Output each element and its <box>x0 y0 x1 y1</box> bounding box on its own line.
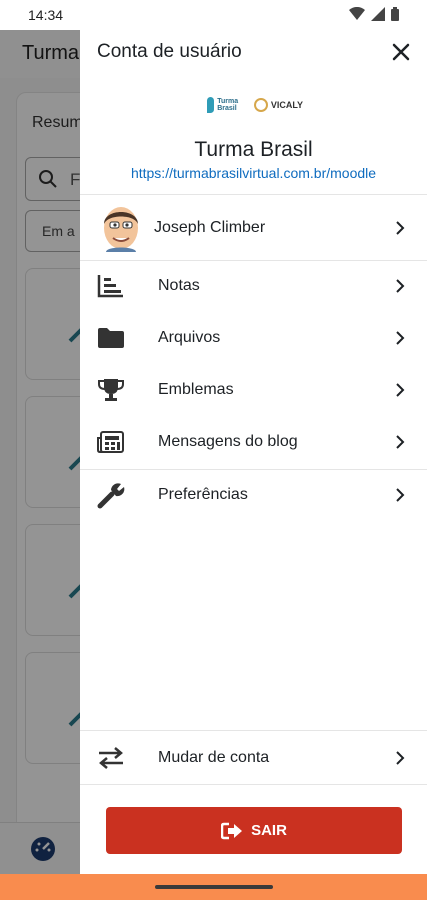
chevron-right-icon <box>393 485 407 505</box>
user-profile-row[interactable]: Joseph Climber <box>80 200 427 256</box>
logout-button[interactable]: SAIR <box>106 807 402 854</box>
swap-icon <box>96 743 126 773</box>
blog-icon <box>96 427 126 457</box>
status-time: 14:34 <box>28 7 64 23</box>
wifi-icon <box>349 7 365 20</box>
divider <box>80 730 427 731</box>
turma-brasil-logo: Turma Brasil <box>207 97 248 113</box>
chevron-right-icon <box>393 328 407 348</box>
logout-label: SAIR <box>251 822 287 839</box>
chevron-right-icon <box>393 218 407 238</box>
user-name: Joseph Climber <box>154 219 266 236</box>
battery-icon <box>391 7 399 21</box>
menu-item-mensagens-do-blog[interactable]: Mensagens do blog <box>80 416 427 468</box>
chevron-right-icon <box>393 380 407 400</box>
wrench-icon <box>96 480 126 510</box>
seal-icon <box>253 98 268 112</box>
vicaly-logo: VICALY <box>253 98 303 112</box>
menu-item-preferencias[interactable]: Preferências <box>80 469 427 521</box>
status-bar: 14:34 <box>0 0 427 30</box>
leaf-icon <box>207 97 215 113</box>
logo-text-1: Turma Brasil <box>217 98 239 112</box>
navigation-bar <box>0 874 427 900</box>
chevron-right-icon <box>393 432 407 452</box>
menu-item-label: Mensagens do blog <box>158 433 298 450</box>
site-info: Turma Brasil VICALY Turma Brasil https:/… <box>80 88 427 194</box>
switch-account-row[interactable]: Mudar de conta <box>80 732 427 784</box>
menu-item-label: Arquivos <box>158 329 221 346</box>
divider <box>80 194 427 195</box>
close-icon <box>392 43 410 61</box>
menu-item-arquivos[interactable]: Arquivos <box>80 312 427 364</box>
trophy-icon <box>96 375 126 405</box>
menu-item-label: Emblemas <box>158 381 234 398</box>
close-button[interactable] <box>387 38 415 66</box>
home-gesture-handle[interactable] <box>155 885 273 889</box>
folder-icon <box>96 323 126 353</box>
account-drawer: Conta de usuário Turma Brasil VICALY Tur… <box>80 30 427 874</box>
divider <box>80 784 427 785</box>
menu-item-label: Preferências <box>158 486 248 503</box>
menu-item-notas[interactable]: Notas <box>80 260 427 312</box>
site-logo: Turma Brasil VICALY <box>207 94 303 116</box>
logo-text-2: VICALY <box>270 100 303 110</box>
signal-icon <box>371 7 385 21</box>
site-url-link[interactable]: https://turmabrasilvirtual.com.br/moodle <box>80 165 427 181</box>
switch-account-label: Mudar de conta <box>158 749 270 766</box>
status-icons <box>349 7 399 21</box>
site-name: Turma Brasil <box>194 138 313 161</box>
menu-item-emblemas[interactable]: Emblemas <box>80 364 427 416</box>
sign-out-icon <box>221 822 243 839</box>
menu-item-label: Notas <box>158 277 200 294</box>
chevron-right-icon <box>393 748 407 768</box>
drawer-title: Conta de usuário <box>97 41 242 62</box>
drawer-header: Conta de usuário <box>80 30 427 76</box>
avatar <box>104 207 138 252</box>
grades-icon <box>96 271 126 301</box>
chevron-right-icon <box>393 276 407 296</box>
